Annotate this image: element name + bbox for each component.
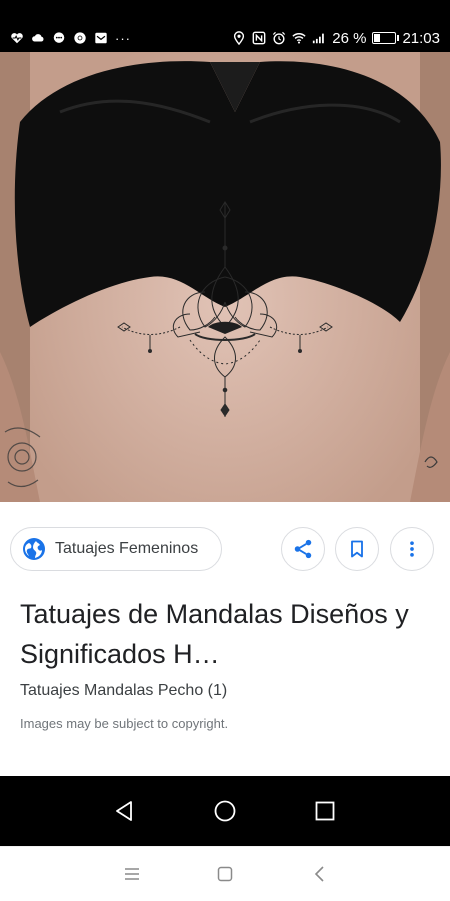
bookmark-icon (351, 540, 363, 558)
globe-icon (23, 538, 45, 560)
browser-nav-bar (0, 846, 450, 901)
copyright-notice: Images may be subject to copyright. (20, 716, 229, 731)
status-time: 21:03 (402, 29, 440, 47)
recents-icon[interactable] (313, 799, 337, 823)
status-right-icons: 26 % 21:03 (232, 28, 440, 48)
source-label: Tatuajes Femeninos (55, 540, 199, 557)
save-button[interactable] (335, 527, 379, 571)
system-nav-bar (0, 776, 450, 846)
home-icon[interactable] (213, 799, 237, 823)
status-left-icons: ··· (10, 28, 131, 48)
result-card: Tatuajes Femeninos Tatuajes de Mandalas … (0, 502, 450, 776)
heart-rate-icon (11, 33, 23, 44)
tattoo-photo (0, 52, 450, 502)
battery-icon (372, 32, 400, 44)
more-vert-icon (410, 541, 414, 557)
back-chevron-icon[interactable] (310, 864, 330, 884)
menu-icon[interactable] (122, 864, 142, 884)
result-subtitle: Tatuajes Mandalas Pecho (1) (20, 682, 228, 699)
more-options-button[interactable] (390, 527, 434, 571)
share-icon (294, 539, 312, 559)
wifi-icon (292, 33, 306, 44)
source-chip[interactable]: Tatuajes Femeninos (10, 527, 222, 571)
result-image[interactable] (0, 52, 450, 502)
battery-percent: 26 % (332, 29, 367, 47)
cloud-icon (32, 34, 44, 42)
battery-fill (374, 34, 381, 42)
signal-icon (313, 33, 325, 44)
status-overflow: ··· (115, 30, 131, 46)
status-bar: ··· 26 % 21:03 (0, 0, 450, 52)
share-button[interactable] (281, 527, 325, 571)
chrome-icon (74, 32, 86, 44)
back-icon[interactable] (113, 799, 137, 823)
tabs-icon[interactable] (215, 864, 235, 884)
alarm-icon (273, 31, 286, 45)
location-icon (234, 31, 245, 45)
chat-icon (53, 32, 65, 43)
nfc-icon (252, 31, 266, 45)
mail-icon (95, 32, 107, 44)
result-title[interactable]: Tatuajes de Mandalas Diseños y Significa… (20, 594, 440, 674)
